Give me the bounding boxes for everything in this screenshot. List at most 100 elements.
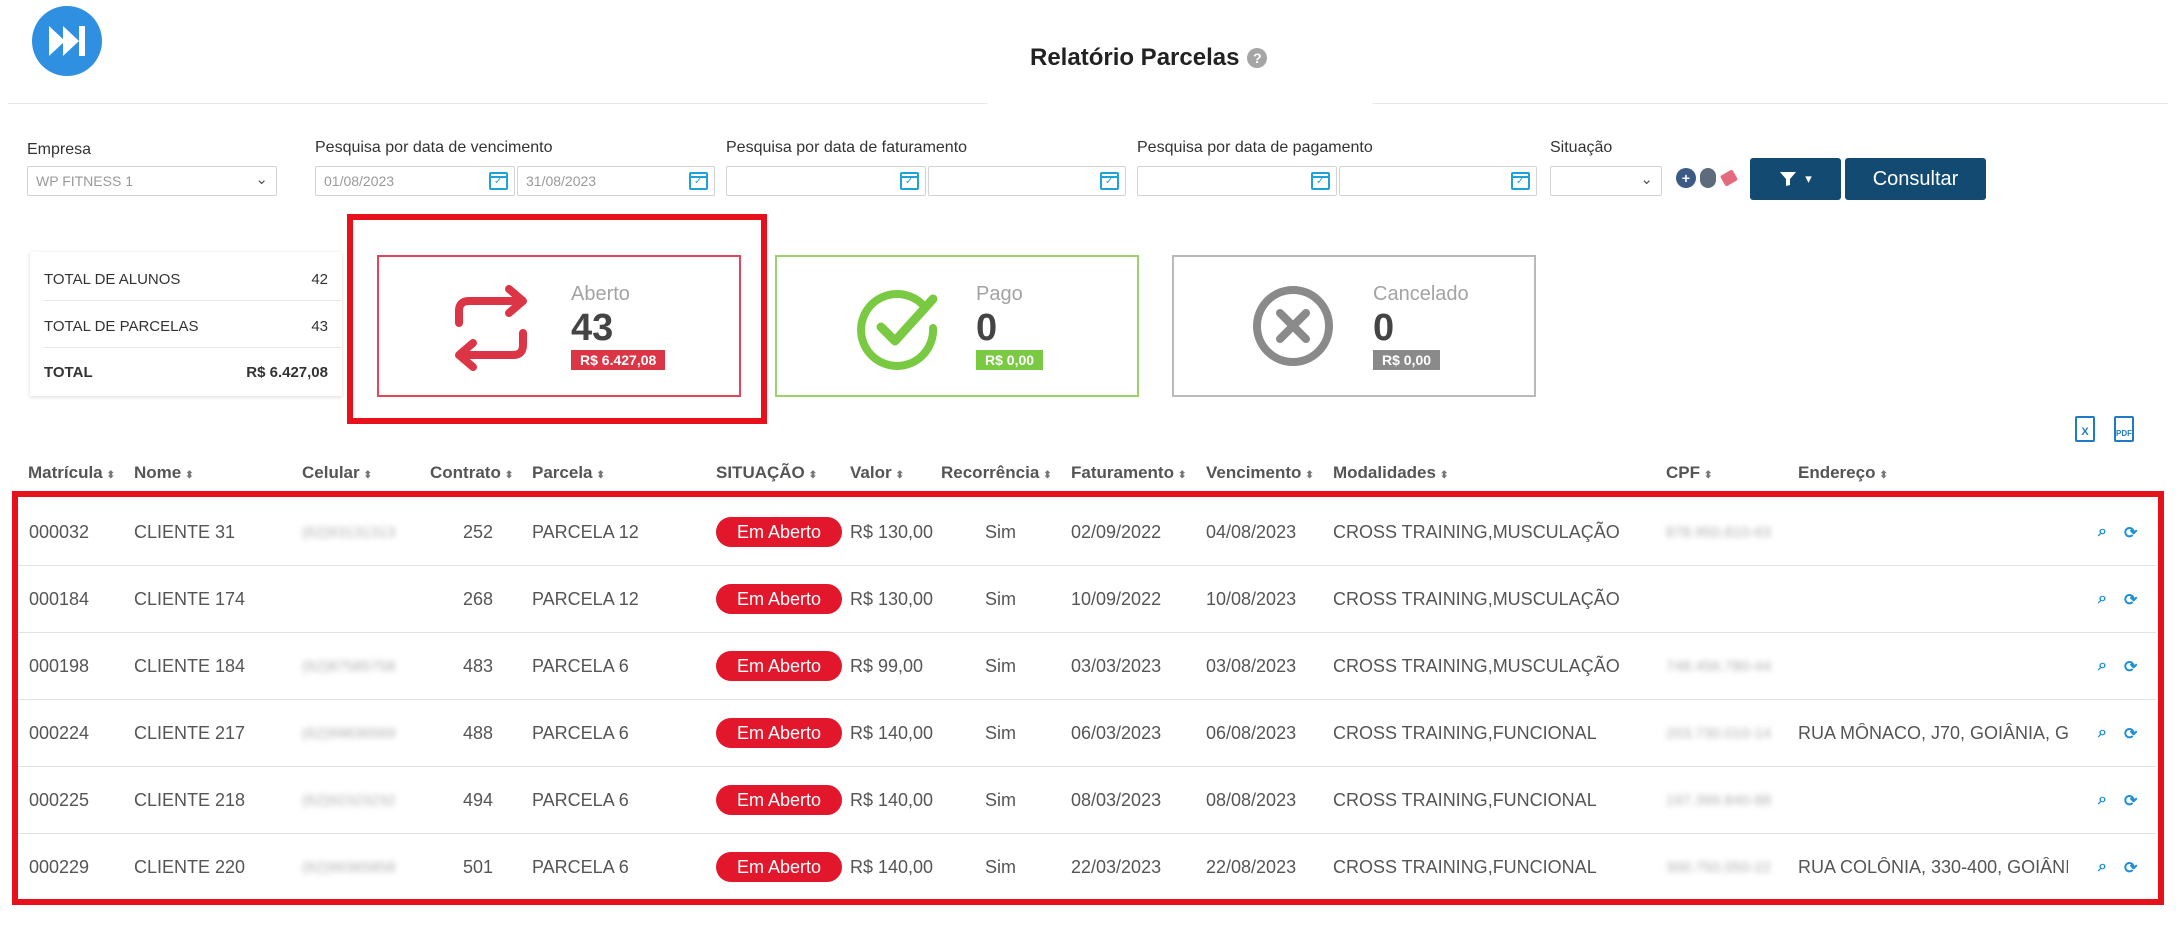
column-header-matricula[interactable]: Matrícula ⬍ — [28, 463, 115, 483]
page-title: Relatório Parcelas? — [1030, 44, 1268, 72]
column-header-parcela[interactable]: Parcela ⬍ — [532, 463, 605, 483]
pdf-export-icon[interactable]: PDF — [2114, 416, 2134, 442]
header-label: Faturamento — [1071, 463, 1174, 482]
column-header-situacao[interactable]: SITUAÇÃO ⬍ — [716, 463, 817, 483]
vencimento-from-value: 01/08/2023 — [324, 173, 395, 189]
sort-icon: ⬍ — [504, 470, 514, 481]
card-label: Pago — [976, 283, 1023, 305]
help-icon[interactable]: ? — [1247, 48, 1268, 68]
card-pago[interactable]: Pago 0 R$ 0,00 — [775, 255, 1139, 397]
column-header-modalidades[interactable]: Modalidades ⬍ — [1333, 463, 1448, 483]
add-filter-icon[interactable]: + — [1676, 168, 1696, 188]
column-header-nome[interactable]: Nome ⬍ — [134, 463, 194, 483]
sort-icon: ⬍ — [895, 470, 904, 481]
header-label: SITUAÇÃO — [716, 463, 805, 482]
pagamento-from-input[interactable] — [1137, 166, 1337, 196]
header-label: Endereço — [1798, 463, 1876, 482]
column-header-valor[interactable]: Valor ⬍ — [850, 463, 904, 483]
eraser-icon[interactable] — [1719, 169, 1739, 187]
faturamento-from-input[interactable] — [726, 166, 926, 196]
sort-icon: ⬍ — [363, 470, 373, 481]
sort-icon: ⬍ — [808, 470, 818, 481]
summary-label: TOTAL — [44, 364, 93, 381]
header-divider-gap — [988, 98, 1372, 108]
header-label: Modalidades — [1333, 463, 1436, 482]
column-header-cpf[interactable]: CPF ⬍ — [1666, 463, 1712, 483]
header-label: Nome — [134, 463, 182, 482]
excel-export-icon[interactable]: X — [2075, 416, 2095, 442]
column-header-faturamento[interactable]: Faturamento ⬍ — [1071, 463, 1186, 483]
card-cancelado[interactable]: Cancelado 0 R$ 0,00 — [1172, 255, 1536, 397]
faturamento-label: Pesquisa por data de faturamento — [726, 139, 968, 156]
sort-icon: ⬍ — [1177, 470, 1187, 481]
summary-label: TOTAL DE PARCELAS — [44, 318, 199, 335]
vencimento-from-input[interactable]: 01/08/2023 — [315, 166, 515, 196]
vencimento-label: Pesquisa por data de vencimento — [315, 139, 553, 156]
summary-value: 42 — [311, 271, 328, 288]
caret-down-icon: ▾ — [1805, 171, 1812, 186]
card-count: 0 — [976, 307, 998, 349]
summary-divider — [44, 300, 342, 301]
header-label: Vencimento — [1206, 463, 1302, 482]
empresa-select-value: WP FITNESS 1 — [36, 173, 133, 189]
summary-row-parcelas: TOTAL DE PARCELAS 43 — [44, 318, 328, 335]
chevron-down-icon: ⌄ — [255, 171, 268, 188]
header-label: Parcela — [532, 463, 593, 482]
consultar-button[interactable]: Consultar — [1845, 158, 1986, 200]
calendar-icon[interactable] — [900, 172, 919, 190]
sort-icon: ⬍ — [1043, 470, 1052, 481]
info-icon[interactable] — [1700, 168, 1716, 188]
header-label: Celular — [302, 463, 360, 482]
vencimento-to-input[interactable]: 31/08/2023 — [517, 166, 715, 196]
column-header-recorrencia[interactable]: Recorrência ⬍ — [941, 463, 1052, 483]
card-amount: R$ 6.427,08 — [571, 350, 666, 370]
highlight-box-table — [12, 491, 2164, 905]
page-title-text: Relatório Parcelas — [1030, 44, 1240, 71]
card-count: 43 — [571, 307, 614, 349]
sort-icon: ⬍ — [1439, 470, 1449, 481]
app-logo[interactable] — [32, 6, 102, 76]
situacao-select[interactable]: ⌄ — [1550, 166, 1662, 196]
empresa-label: Empresa — [27, 141, 92, 158]
column-header-vencimento[interactable]: Vencimento ⬍ — [1206, 463, 1314, 483]
header-label: CPF — [1666, 463, 1700, 482]
fast-forward-icon — [49, 26, 85, 56]
x-circle-icon — [1253, 286, 1333, 366]
chevron-down-icon: ⌄ — [1640, 171, 1653, 188]
card-amount: R$ 0,00 — [1373, 350, 1441, 370]
sort-icon: ⬍ — [106, 470, 116, 481]
empresa-select[interactable]: WP FITNESS 1 ⌄ — [27, 166, 277, 196]
vencimento-to-value: 31/08/2023 — [526, 173, 597, 189]
calendar-icon[interactable] — [1100, 172, 1119, 190]
card-label: Cancelado — [1373, 283, 1469, 305]
repeat-icon — [455, 285, 527, 371]
header-label: Contrato — [430, 463, 501, 482]
page: Relatório Parcelas? Empresa WP FITNESS 1… — [0, 0, 2176, 925]
column-header-contrato[interactable]: Contrato ⬍ — [430, 463, 513, 483]
calendar-icon[interactable] — [1511, 172, 1530, 190]
filter-dropdown-button[interactable]: ▾ — [1750, 158, 1841, 200]
column-header-celular[interactable]: Celular ⬍ — [302, 463, 372, 483]
header-label: Matrícula — [28, 463, 103, 482]
sort-icon: ⬍ — [596, 470, 605, 481]
column-header-endereco[interactable]: Endereço ⬍ — [1798, 463, 1888, 483]
sort-icon: ⬍ — [1879, 470, 1888, 481]
header-label: Valor — [850, 463, 892, 482]
summary-label: TOTAL DE ALUNOS — [44, 271, 181, 288]
header-label: Recorrência — [941, 463, 1040, 482]
calendar-icon[interactable] — [1311, 172, 1330, 190]
summary-row-total: TOTAL R$ 6.427,08 — [44, 364, 328, 381]
summary-row-alunos: TOTAL DE ALUNOS 42 — [44, 271, 328, 288]
check-circle-icon — [857, 289, 938, 370]
pagamento-label: Pesquisa por data de pagamento — [1137, 139, 1373, 156]
calendar-icon[interactable] — [489, 172, 508, 190]
faturamento-to-input[interactable] — [928, 166, 1126, 196]
sort-icon: ⬍ — [1305, 470, 1314, 481]
card-amount: R$ 0,00 — [976, 350, 1044, 370]
card-count: 0 — [1373, 307, 1395, 349]
calendar-icon[interactable] — [689, 172, 708, 190]
pagamento-to-input[interactable] — [1339, 166, 1537, 196]
summary-value: R$ 6.427,08 — [246, 364, 328, 381]
card-aberto[interactable]: Aberto 43 R$ 6.427,08 — [377, 255, 741, 397]
sort-icon: ⬍ — [185, 470, 194, 481]
